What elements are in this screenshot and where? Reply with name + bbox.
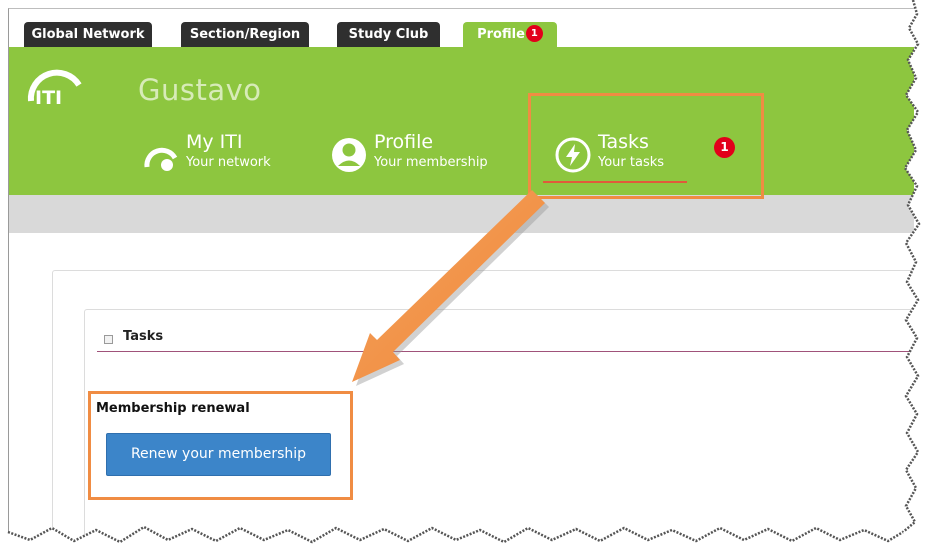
nav-my-iti[interactable]: My ITI Your network xyxy=(142,131,322,181)
tab-label: Profile xyxy=(477,27,525,42)
tab-study-club[interactable]: Study Club xyxy=(337,22,440,47)
iti-logo[interactable]: ITI xyxy=(25,55,85,115)
tab-profile[interactable]: Profile 1 xyxy=(463,22,557,47)
nav-title: Profile xyxy=(374,131,434,153)
nav-subtitle: Your membership xyxy=(374,155,488,170)
user-name: Gustavo xyxy=(138,73,262,107)
nav-title: My ITI xyxy=(186,131,243,153)
collapse-toggle-icon[interactable] xyxy=(104,335,113,344)
tab-global-network[interactable]: Global Network xyxy=(24,22,152,47)
tasks-highlight-box xyxy=(528,93,764,199)
browser-frame: Global Network Section/Region Study Club… xyxy=(8,8,914,544)
nav-profile[interactable]: Profile Your membership xyxy=(330,131,530,181)
tab-label: Global Network xyxy=(31,27,145,42)
tab-notification-badge: 1 xyxy=(525,25,543,42)
tab-label: Section/Region xyxy=(189,27,301,42)
user-icon xyxy=(332,138,366,172)
top-tab-bar: Global Network Section/Region Study Club… xyxy=(9,9,914,47)
renewal-highlight-box xyxy=(88,391,353,500)
tab-section-region[interactable]: Section/Region xyxy=(181,22,309,47)
header-gray-bar xyxy=(9,195,914,233)
tasks-section-header[interactable]: Tasks xyxy=(97,327,914,352)
tasks-section-title: Tasks xyxy=(123,329,164,344)
logo-text: ITI xyxy=(35,87,62,109)
tab-label: Study Club xyxy=(348,27,429,42)
network-icon xyxy=(144,147,178,171)
nav-subtitle: Your network xyxy=(186,155,271,170)
